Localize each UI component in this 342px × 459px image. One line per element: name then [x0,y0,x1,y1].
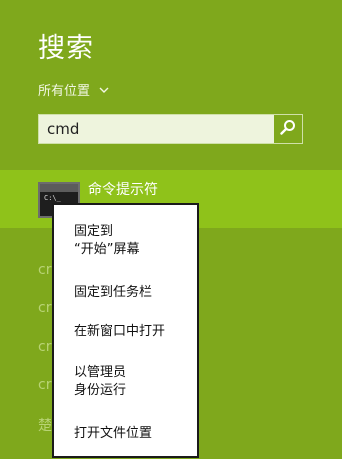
search-pane: 搜索 所有位置 C:\_ 命令提示符 cr cr cr cr 楚 [0,0,342,459]
menu-item-label: 以管理员 [74,365,127,380]
search-box [38,114,303,144]
menu-item-pin-to-taskbar[interactable]: 固定到任务栏 [74,284,152,302]
search-icon [280,119,296,139]
result-item[interactable]: cr [38,262,52,278]
menu-item-label: “开始”屏幕 [74,242,140,257]
scope-dropdown[interactable]: 所有位置 [38,80,110,99]
context-menu: 固定到 “开始”屏幕 固定到任务栏 在新窗口中打开 以管理员 身份运行 打开文件… [52,203,199,458]
menu-item-run-as-admin[interactable]: 以管理员 身份运行 [74,364,126,400]
pane-title: 搜索 [38,33,94,64]
result-name: 命令提示符 [88,182,158,198]
search-button[interactable] [274,115,302,143]
menu-item-label: 打开文件位置 [74,426,153,441]
search-input[interactable] [39,115,275,143]
menu-item-label: 固定到 [74,224,114,239]
menu-item-label: 身份运行 [74,383,127,398]
menu-item-label: 在新窗口中打开 [74,324,166,339]
result-item[interactable]: cr [38,339,52,355]
menu-item-open-new-window[interactable]: 在新窗口中打开 [74,323,165,341]
menu-item-open-file-location[interactable]: 打开文件位置 [74,425,152,443]
scope-label: 所有位置 [38,84,91,99]
result-item[interactable]: cr [38,300,52,316]
icon-prompt-text: C:\_ [44,194,61,202]
icon-titlebar [40,184,78,192]
menu-item-label: 固定到任务栏 [74,285,153,300]
menu-item-pin-to-start[interactable]: 固定到 “开始”屏幕 [74,223,139,259]
chevron-down-icon [98,84,110,96]
result-item[interactable]: 楚 [38,415,52,435]
result-item[interactable]: cr [38,377,52,393]
